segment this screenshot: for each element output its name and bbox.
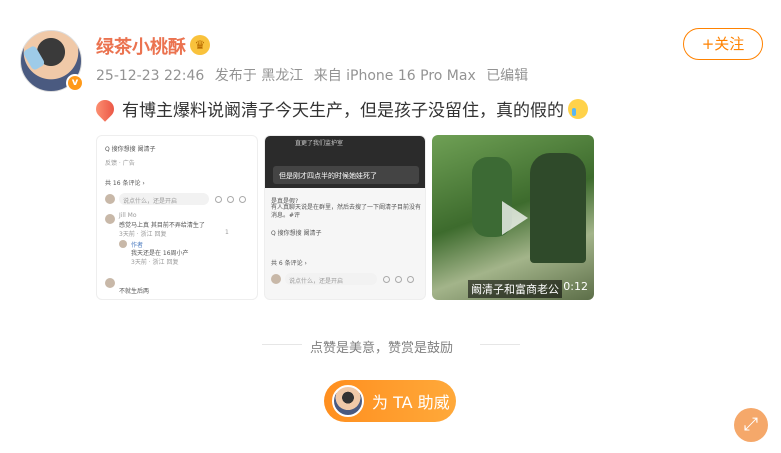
- post-video[interactable]: 阚清子和富商老公 0:12: [432, 135, 594, 300]
- img1-like-count: 1: [225, 229, 229, 236]
- img1-comment2-text: 不就生后两: [119, 288, 150, 295]
- img1-at-icon: [215, 196, 222, 203]
- img2-at-icon: [383, 276, 390, 283]
- img2-image-icon: [407, 276, 414, 283]
- video-caption: 阚清子和富商老公: [468, 280, 562, 298]
- img1-comment1-user: Jill Mo: [119, 212, 137, 219]
- post-date[interactable]: 25-12-23 22:46: [96, 68, 204, 84]
- crying-emoji-icon: [568, 98, 588, 119]
- tip-button-label: 为 TA 助威: [372, 393, 450, 412]
- post-image-1[interactable]: Q 搜你想搜 阚清子 反馈 · 广告 共 16 条评论 › 说点什么，还是开启 …: [96, 135, 258, 300]
- post-edited[interactable]: 已编辑: [486, 68, 528, 84]
- verified-badge-icon: v: [66, 74, 84, 92]
- img1-comment1-meta: 3天前 · 浙江 回复: [119, 231, 167, 238]
- img1-search: Q 搜你想搜 阚清子: [105, 146, 156, 153]
- img1-emoji-icon: [227, 196, 234, 203]
- img2-input-placeholder: 说点什么，还是开启: [289, 278, 344, 285]
- img1-comment1-avatar: [105, 214, 115, 224]
- tip-avatar: [332, 385, 364, 417]
- img1-input-avatar: [105, 194, 115, 204]
- play-icon[interactable]: [498, 201, 528, 235]
- avatar-bottle: [22, 44, 46, 72]
- post-location: 发布于 黑龙江: [214, 68, 304, 84]
- img1-comment1-text: 感觉马上真 其目前不弄给清生了: [119, 222, 205, 229]
- img2-top-text: 直更了我们监护室: [295, 140, 344, 147]
- divider-right: [480, 344, 520, 345]
- img1-reply-avatar: [119, 240, 127, 248]
- post-meta: 25-12-23 22:46 发布于 黑龙江 来自 iPhone 16 Pro …: [96, 65, 534, 85]
- tip-slogan: 点赞是美意，赞赏是鼓励: [310, 341, 454, 356]
- divider-left: [262, 344, 302, 345]
- img1-reply-text: 我天还是在 16周小产: [131, 250, 189, 257]
- img2-chat-text: 但是刚才四点半的时候她娃死了: [279, 172, 377, 180]
- peach-icon: [92, 95, 118, 122]
- video-person-right: [530, 153, 586, 263]
- username[interactable]: 绿茶小桃酥: [96, 33, 186, 59]
- video-duration: 0:12: [563, 280, 588, 293]
- img2-body-text: 有人真聊天说是在群里，然后去搜了一下阚清子目前没有消息。#评: [271, 204, 422, 219]
- img2-input-avatar: [271, 274, 281, 284]
- crown-icon: ♛: [190, 35, 210, 55]
- img1-comment2-avatar: [105, 278, 115, 288]
- img1-input-placeholder: 说点什么，还是开启: [123, 198, 178, 205]
- expand-arrows-icon[interactable]: ⤢: [734, 408, 768, 442]
- post-source: 来自 iPhone 16 Pro Max: [313, 68, 476, 84]
- post-text: 有博主爆料说阚清子今天生产，但是孩子没留住，真的假的: [92, 95, 588, 122]
- post-image-2[interactable]: 直更了我们监护室 但是刚才四点半的时候她娃死了 是真是假? 有人真聊天说是在群里…: [264, 135, 426, 300]
- post-body: 有博主爆料说阚清子今天生产，但是孩子没留住，真的假的: [122, 101, 564, 121]
- follow-button[interactable]: +关注: [683, 28, 763, 60]
- tip-button[interactable]: 为 TA 助威: [324, 380, 456, 422]
- img1-comments-count: 共 16 条评论 ›: [105, 180, 145, 187]
- img2-search: Q 搜你想搜 阚清子: [271, 230, 322, 237]
- img1-image-icon: [239, 196, 246, 203]
- image-grid: Q 搜你想搜 阚清子 反馈 · 广告 共 16 条评论 › 说点什么，还是开启 …: [96, 135, 596, 300]
- img1-reply-meta: 3天前 · 浙江 回复: [131, 259, 179, 266]
- img1-ad: 反馈 · 广告: [105, 160, 135, 167]
- img2-comments-count: 共 6 条评论 ›: [271, 260, 307, 267]
- img2-emoji-icon: [395, 276, 402, 283]
